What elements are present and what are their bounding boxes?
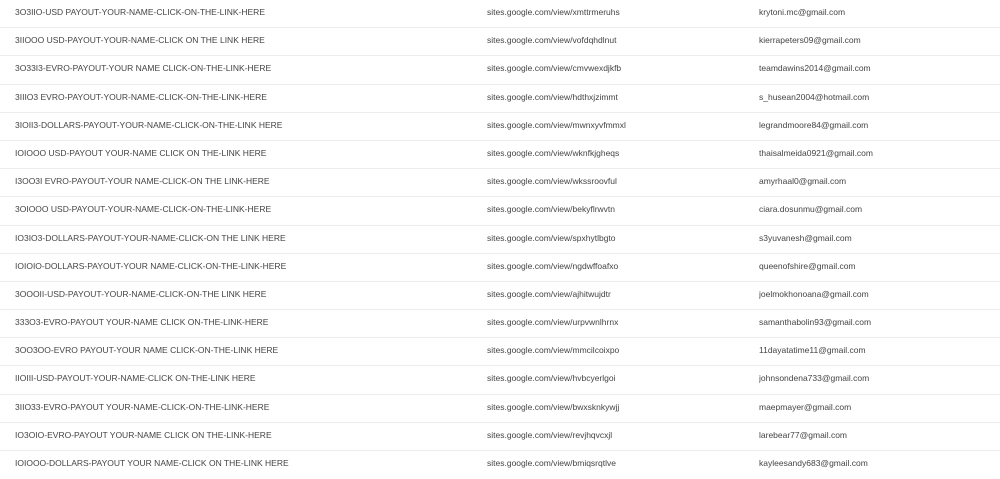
row-email: krytoni.mc@gmail.com [759, 7, 846, 17]
table-row: 3IIOOO USD-PAYOUT-YOUR-NAME-CLICK ON THE… [0, 28, 1000, 57]
row-title: IOIOOO-DOLLARS-PAYOUT YOUR NAME-CLICK ON… [15, 458, 289, 468]
row-email: maepmayer@gmail.com [759, 401, 852, 412]
row-site-link[interactable]: sites.google.com/view/bwxsknkywjj [487, 395, 747, 420]
row-title: 3O33I3-EVRO-PAYOUT-YOUR NAME CLICK-ON-TH… [15, 63, 272, 74]
row-email: samanthabolin93@gmail.com [759, 317, 872, 328]
row-site-link[interactable]: sites.google.com/view/spxhytlbgto [487, 226, 747, 251]
row-email: johnsondena733@gmail.com [759, 373, 870, 384]
row-title: IO3IO3-DOLLARS-PAYOUT-YOUR-NAME-CLICK-ON… [15, 232, 286, 243]
row-email: joelmokhonoana@gmail.com [759, 288, 869, 299]
row-email: legrandmoore84@gmail.com [759, 119, 869, 130]
table-row: IO3IO3-DOLLARS-PAYOUT-YOUR-NAME-CLICK-ON… [0, 226, 1000, 254]
row-site-link[interactable]: sites.google.com/view/vofdqhdlnut [487, 28, 747, 53]
row-site-link[interactable]: sites.google.com/view/ngdwffoafxo [487, 254, 747, 279]
row-site-link[interactable]: sites.google.com/view/ajhitwujdtr [487, 282, 747, 307]
row-site-link[interactable]: sites.google.com/view/xmttrmeruhs [487, 0, 747, 25]
row-email: ciara.dosunmu@gmail.com [759, 204, 863, 215]
row-site-link[interactable]: sites.google.com/view/bmiqsrqtlve [487, 451, 747, 476]
row-title: IO3OIO-EVRO-PAYOUT YOUR-NAME CLICK ON TH… [15, 429, 272, 440]
row-title: IOIOIO-DOLLARS-PAYOUT-YOUR NAME-CLICK-ON… [15, 260, 287, 271]
row-site-link[interactable]: sites.google.com/view/revjhqvcxjl [487, 423, 747, 448]
row-email: thaisalmeida0921@gmail.com [759, 147, 873, 158]
row-title: 333O3-EVRO-PAYOUT YOUR-NAME CLICK ON-THE… [15, 317, 269, 328]
table-row: 333O3-EVRO-PAYOUT YOUR-NAME CLICK ON-THE… [0, 310, 1000, 339]
row-site-link[interactable]: sites.google.com/view/mwnxyvfmmxl [487, 113, 747, 138]
row-title: I3OO3I EVRO-PAYOUT-YOUR NAME-CLICK-ON TH… [15, 176, 270, 187]
row-email: amyrhaal0@gmail.com [759, 176, 847, 187]
row-email: queenofshire@gmail.com [759, 260, 856, 271]
row-email: kayleesandy683@gmail.com [759, 458, 868, 468]
row-email: 11dayatatime11@gmail.com [759, 345, 866, 356]
row-site-link[interactable]: sites.google.com/view/wknfkjgheqs [487, 141, 747, 166]
table-row: IIOIII-USD-PAYOUT-YOUR-NAME-CLICK ON-THE… [0, 366, 1000, 395]
table-row: 3O33I3-EVRO-PAYOUT-YOUR NAME CLICK-ON-TH… [0, 56, 1000, 85]
row-site-link[interactable]: sites.google.com/view/wkssroovful [487, 169, 747, 194]
row-site-link[interactable]: sites.google.com/view/hdthxjzimmt [487, 85, 747, 110]
row-title: IIOIII-USD-PAYOUT-YOUR-NAME-CLICK ON-THE… [15, 373, 256, 384]
table-row: IOIOIO-DOLLARS-PAYOUT-YOUR NAME-CLICK-ON… [0, 254, 1000, 282]
row-title: IOIOOO USD-PAYOUT YOUR-NAME CLICK ON THE… [15, 147, 267, 158]
row-site-link[interactable]: sites.google.com/view/mmcilcoixpo [487, 338, 747, 363]
row-email: s_husean2004@hotmail.com [759, 91, 870, 102]
table-row: IO3OIO-EVRO-PAYOUT YOUR-NAME CLICK ON TH… [0, 423, 1000, 451]
row-site-link[interactable]: sites.google.com/view/cmvwexdjkfb [487, 56, 747, 81]
table-row: 3IOII3-DOLLARS-PAYOUT-YOUR-NAME-CLICK-ON… [0, 113, 1000, 141]
links-table: 3O3IIO-USD PAYOUT-YOUR-NAME-CLICK-ON-THE… [0, 0, 1000, 479]
row-title: 3IIIO3 EVRO-PAYOUT-YOUR-NAME-CLICK-ON-TH… [15, 91, 267, 102]
row-title: 3OIOOO USD-PAYOUT-YOUR-NAME-CLICK-ON-THE… [15, 204, 272, 215]
table-row: 3OO3OO-EVRO PAYOUT-YOUR NAME CLICK-ON-TH… [0, 338, 1000, 367]
row-title: 3IIO33-EVRO-PAYOUT YOUR-NAME-CLICK-ON-TH… [15, 401, 270, 412]
row-title: 3O3IIO-USD PAYOUT-YOUR-NAME-CLICK-ON-THE… [15, 7, 265, 17]
row-title: 3IOII3-DOLLARS-PAYOUT-YOUR-NAME-CLICK-ON… [15, 119, 283, 130]
table-row: 3O3IIO-USD PAYOUT-YOUR-NAME-CLICK-ON-THE… [0, 0, 1000, 29]
row-title: 3OOOII-USD-PAYOUT-YOUR-NAME-CLICK-ON-THE… [15, 288, 267, 299]
table-row: IOIOOO USD-PAYOUT YOUR-NAME CLICK ON THE… [0, 141, 1000, 170]
row-email: larebear77@gmail.com [759, 429, 848, 440]
row-title: 3IIOOO USD-PAYOUT-YOUR-NAME-CLICK ON THE… [15, 35, 265, 46]
row-email: s3yuvanesh@gmail.com [759, 232, 852, 243]
row-email: kierrapeters09@gmail.com [759, 35, 861, 46]
table-row: I3OO3I EVRO-PAYOUT-YOUR NAME-CLICK-ON TH… [0, 169, 1000, 198]
table-row: 3IIIO3 EVRO-PAYOUT-YOUR-NAME-CLICK-ON-TH… [0, 85, 1000, 113]
table-row: 3IIO33-EVRO-PAYOUT YOUR-NAME-CLICK-ON-TH… [0, 395, 1000, 423]
table-row: IOIOOO-DOLLARS-PAYOUT YOUR NAME-CLICK ON… [0, 451, 1000, 479]
row-site-link[interactable]: sites.google.com/view/bekyflrwvtn [487, 197, 747, 222]
row-site-link[interactable]: sites.google.com/view/urpvwnlhrnx [487, 310, 747, 335]
row-title: 3OO3OO-EVRO PAYOUT-YOUR NAME CLICK-ON-TH… [15, 345, 279, 356]
table-row: 3OOOII-USD-PAYOUT-YOUR-NAME-CLICK-ON-THE… [0, 282, 1000, 311]
table-row: 3OIOOO USD-PAYOUT-YOUR-NAME-CLICK-ON-THE… [0, 197, 1000, 226]
row-site-link[interactable]: sites.google.com/view/hvbcyerlgoi [487, 366, 747, 391]
row-email: teamdawins2014@gmail.com [759, 63, 871, 74]
